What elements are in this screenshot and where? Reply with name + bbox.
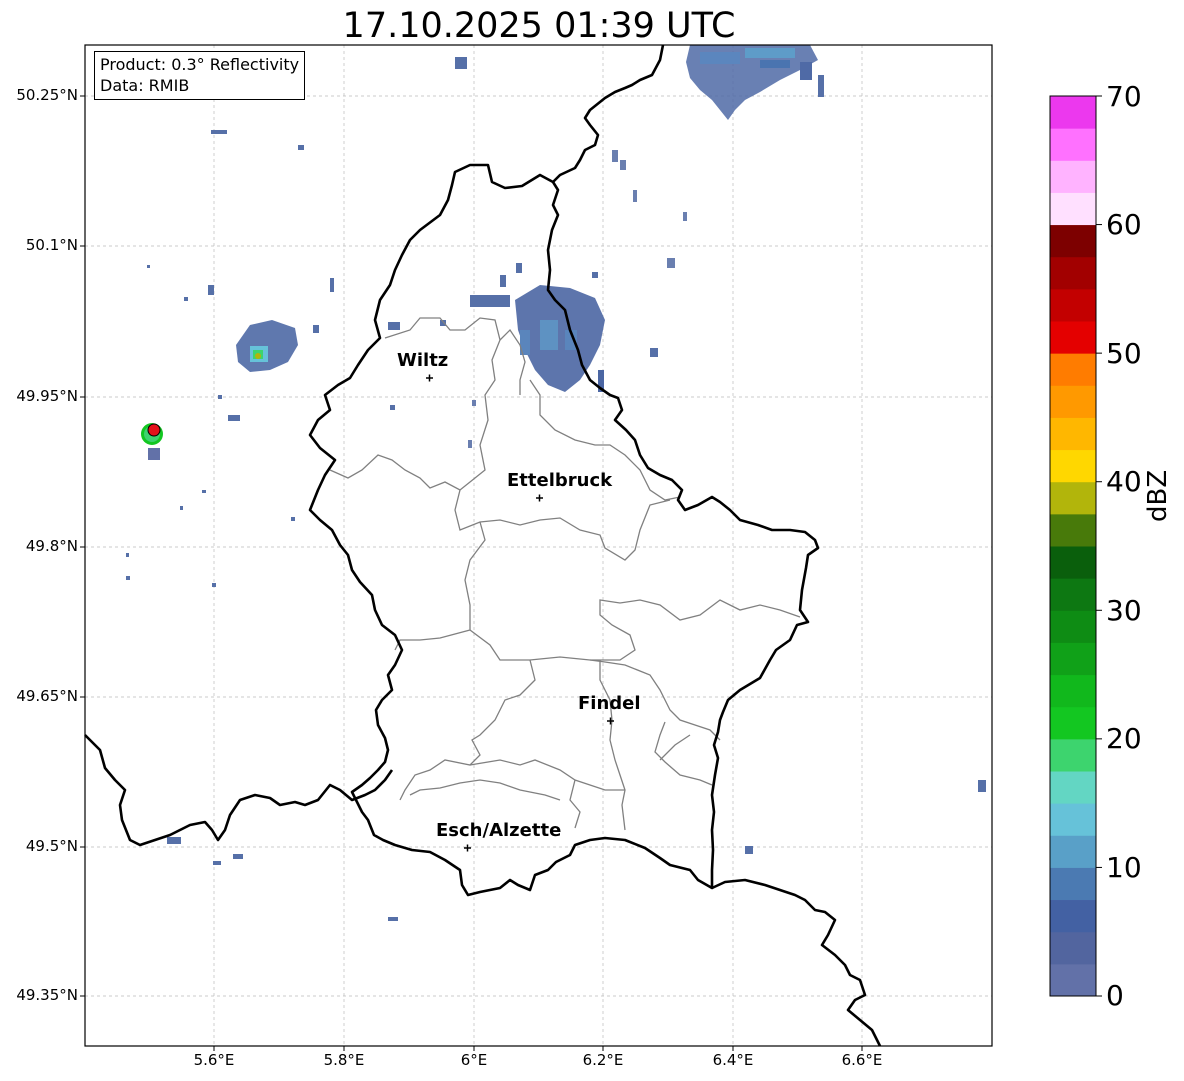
colorbar-segment xyxy=(1050,867,1096,901)
colorbar-segment xyxy=(1050,835,1096,868)
colorbar-segment xyxy=(1050,160,1096,193)
radar-site-marker xyxy=(147,423,161,437)
city-label-esch: Esch/Alzette xyxy=(436,820,562,841)
colorbar-tick-label: 70 xyxy=(1106,80,1142,113)
colorbar-segment xyxy=(1050,578,1096,611)
city-label-wiltz: Wiltz xyxy=(397,350,449,371)
lon-label: 6.6°E xyxy=(841,1051,883,1069)
colorbar-tick-label: 0 xyxy=(1106,979,1124,1012)
colorbar-segment xyxy=(1050,546,1096,579)
lat-label: 49.65°N xyxy=(16,687,78,705)
colorbar-segment xyxy=(1050,803,1096,836)
colorbar-segment xyxy=(1050,385,1096,418)
lon-label: 6°E xyxy=(460,1051,488,1069)
colorbar-segment xyxy=(1050,771,1096,804)
lat-label: 50.1°N xyxy=(25,236,78,254)
colorbar-tick-label: 10 xyxy=(1106,851,1142,884)
colorbar-segment xyxy=(1050,931,1096,965)
city-label-ettelbruck: Ettelbruck xyxy=(507,470,613,491)
city-label-findel: Findel xyxy=(578,693,641,714)
colorbar-segment xyxy=(1050,481,1096,515)
colorbar-segment xyxy=(1050,128,1096,161)
colorbar-segment xyxy=(1050,353,1096,386)
colorbar-segment xyxy=(1050,288,1096,322)
colorbar-segment xyxy=(1050,256,1096,290)
colorbar-segment xyxy=(1050,96,1096,129)
data-source-label: Data: RMIB xyxy=(100,76,190,95)
colorbar-segment xyxy=(1050,642,1096,676)
colorbar-segment xyxy=(1050,224,1096,258)
colorbar-segment xyxy=(1050,899,1096,933)
radar-map xyxy=(80,44,1102,1051)
lat-label: 49.35°N xyxy=(16,986,78,1004)
colorbar-tick-label: 50 xyxy=(1106,337,1142,370)
lon-label: 6.4°E xyxy=(712,1051,754,1069)
colorbar-segment xyxy=(1050,513,1096,547)
colorbar-segment xyxy=(1050,610,1096,643)
product-label: Product: 0.3° Reflectivity xyxy=(100,55,300,74)
lat-label: 49.8°N xyxy=(25,537,78,555)
colorbar-segment xyxy=(1050,738,1096,772)
colorbar-segment xyxy=(1050,417,1096,451)
colorbar-segment xyxy=(1050,674,1096,708)
colorbar xyxy=(1049,95,1102,997)
lon-label: 5.8°E xyxy=(323,1051,365,1069)
lat-label: 49.5°N xyxy=(25,837,78,855)
colorbar-segment xyxy=(1050,449,1096,483)
colorbar-segment xyxy=(1050,192,1096,226)
lon-label: 5.6°E xyxy=(193,1051,235,1069)
colorbar-segment xyxy=(1050,321,1096,354)
colorbar-segment xyxy=(1050,706,1096,740)
colorbar-tick-label: 30 xyxy=(1106,594,1142,627)
lat-label: 49.95°N xyxy=(16,387,78,405)
lon-label: 6.2°E xyxy=(582,1051,624,1069)
colorbar-tick-label: 20 xyxy=(1106,722,1142,755)
colorbar-unit-label: dBZ xyxy=(1143,469,1173,522)
product-info-box: Product: 0.3° Reflectivity Data: RMIB xyxy=(94,51,306,100)
lat-label: 50.25°N xyxy=(16,86,78,104)
colorbar-tick-label: 40 xyxy=(1106,465,1142,498)
colorbar-tick-label: 60 xyxy=(1106,208,1142,241)
colorbar-segment xyxy=(1050,963,1096,997)
